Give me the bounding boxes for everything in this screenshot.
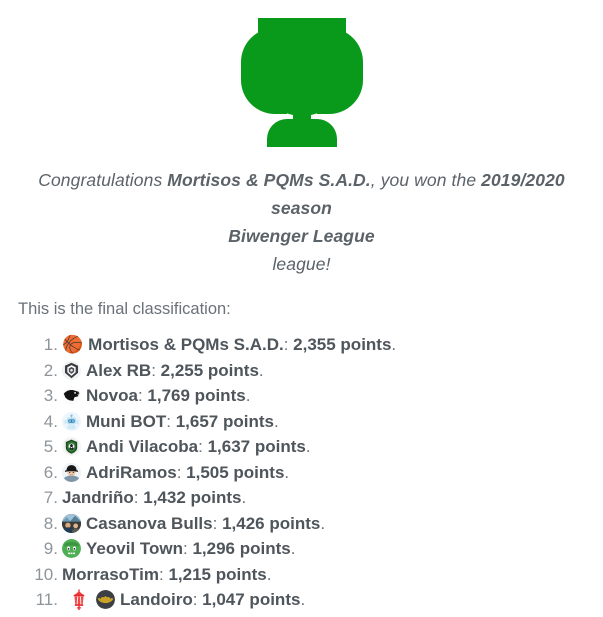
ranking-points: 1,769 points [147,386,246,405]
ranking-row: Yeovil Town: 1,296 points. [32,536,603,562]
ranking-separator: : [151,360,161,380]
congrats-suffix: league! [272,254,331,274]
ranking-row: Muni BOT: 1,657 points. [32,409,603,435]
congrats-prefix: Congratulations [38,170,168,190]
ranking-team-name: Landoiro [120,590,193,609]
ranking-trailing-period: . [300,590,306,609]
ranking-separator: : [166,411,176,431]
photo-avatar [62,513,81,533]
green-shield-crest-avatar [62,437,81,457]
ranking-separator: : [137,386,148,405]
ranking-team-name: Jandriño [62,488,134,507]
ranking-row-text: Mortisos & PQMs S.A.D.: 2,355 points. [88,332,396,358]
red-lantern-icon [68,589,90,611]
ranking-trailing-period: . [391,335,397,354]
ranking-team-name: Alex RB [86,360,152,380]
congratulations-message: Congratulations Mortisos & PQMs S.A.D., … [0,166,603,278]
ranking-row: Casanova Bulls: 1,426 points. [32,511,603,537]
ranking-separator: : [133,488,144,507]
ranking-trailing-period: . [266,564,272,584]
ranking-row: Alex RB: 2,255 points. [32,358,603,384]
ranking-row-text: Andi Vilacoba: 1,637 points. [86,434,311,460]
congrats-team-name: Mortisos & PQMs S.A.D. [167,170,371,190]
ranking-points: 1,637 points [207,437,306,456]
ranking-team-name: Casanova Bulls [86,513,213,533]
ranking-row: AdriRamos: 1,505 points. [32,460,603,486]
ranking-row-text: Jandriño: 1,432 points. [62,485,246,511]
ranking-row: Novoa: 1,769 points. [32,383,603,409]
person-with-cap-avatar [62,462,81,482]
ranking-row-text: MorrasoTim: 1,215 points. [62,562,271,588]
panther-logo-avatar [62,386,81,406]
ranking-team-name: MorrasoTim [62,564,159,584]
ranking-points: 1,432 points [143,488,242,507]
ranking-team-name: Muni BOT [86,411,167,431]
basketball-emoji: 🏀 [62,335,84,355]
ranking-points: 1,215 points [168,564,267,584]
trophy-container [0,0,603,150]
green-face-avatar [62,539,81,559]
ranking-row: MorrasoTim: 1,215 points. [32,562,603,588]
final-classification-label: This is the final classification: [18,300,231,318]
ranking-row-text: Muni BOT: 1,657 points. [86,409,279,435]
bat-logo-avatar [96,590,115,610]
final-classification-list: 🏀 Mortisos & PQMs S.A.D.: 2,355 points. Al… [0,332,603,613]
ranking-points: 1,296 points [192,539,291,558]
ranking-row-text: Landoiro: 1,047 points. [120,587,305,613]
ranking-row: Andi Vilacoba: 1,637 points. [32,434,603,460]
ranking-row-text: Alex RB: 2,255 points. [86,358,264,384]
ranking-row-text: Casanova Bulls: 1,426 points. [86,511,325,537]
ranking-team-name: Yeovil Town [86,539,183,558]
ranking-trailing-period: . [245,386,251,405]
ranking-trailing-period: . [241,488,247,507]
ranking-trailing-period: . [284,462,290,482]
ranking-separator: : [283,335,294,354]
ranking-row: Landoiro: 1,047 points. [32,587,603,613]
trophy-icon [240,18,363,147]
ranking-row: 🏀 Mortisos & PQMs S.A.D.: 2,355 points. [32,332,603,358]
ranking-team-name: AdriRamos [86,462,177,482]
ranking-separator: : [176,462,187,482]
ranking-separator: : [198,437,208,456]
ranking-row-text: Yeovil Town: 1,296 points. [86,536,295,562]
ranking-points: 1,657 points [175,411,274,431]
ranking-separator: : [192,590,203,609]
ranking-points: 1,047 points [202,590,301,609]
ranking-trailing-period: . [290,539,296,558]
congrats-middle: , you won the [370,170,482,190]
ranking-team-name: Novoa [86,386,138,405]
ranking-points: 1,505 points [186,462,285,482]
ranking-team-name: Mortisos & PQMs S.A.D. [88,335,284,354]
congrats-league-name: Biwenger League [228,226,375,246]
ranking-trailing-period: . [320,513,326,533]
robot-avatar [62,411,81,431]
ranking-team-name: Andi Vilacoba [86,437,199,456]
crest-badge-avatar [62,360,81,380]
ranking-points: 1,426 points [222,513,321,533]
ranking-trailing-period: . [258,360,264,380]
ranking-row-text: AdriRamos: 1,505 points. [86,460,289,486]
ranking-separator: : [212,513,223,533]
ranking-row: Jandriño: 1,432 points. [32,485,603,511]
ranking-trailing-period: . [273,411,279,431]
ranking-points: 2,255 points [160,360,259,380]
ranking-trailing-period: . [305,437,311,456]
ranking-row-text: Novoa: 1,769 points. [86,383,250,409]
ranking-points: 2,355 points [293,335,392,354]
